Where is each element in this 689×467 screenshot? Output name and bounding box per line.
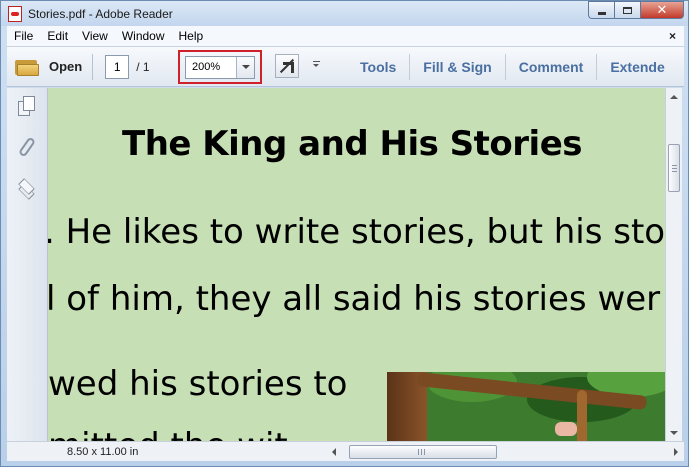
page-size-label: 8.50 x 11.00 in: [67, 446, 139, 458]
zoom-highlight-box: 200%: [178, 50, 262, 84]
window-controls: ✕: [588, 1, 684, 19]
vertical-scrollbar[interactable]: [665, 88, 682, 441]
document-text-line: wed his stories to: [48, 364, 348, 404]
scroll-right-button[interactable]: [669, 445, 683, 459]
zoom-value: 200%: [192, 61, 221, 73]
horizontal-scroll-thumb[interactable]: [349, 445, 497, 459]
scroll-left-button[interactable]: [327, 445, 341, 459]
vertical-scroll-thumb[interactable]: [668, 144, 680, 192]
status-bar: 8.50 x 11.00 in: [7, 441, 684, 461]
chevron-left-icon: [332, 448, 336, 456]
scroll-down-button[interactable]: [666, 424, 682, 441]
close-icon: ✕: [656, 2, 668, 17]
chevron-down-icon: [670, 430, 678, 435]
document-close-icon[interactable]: ×: [669, 29, 676, 43]
toolbar-separator: [92, 53, 94, 80]
tools-button[interactable]: Tools: [347, 47, 409, 86]
navigation-pane: [7, 88, 48, 441]
chevron-down-icon: [241, 65, 250, 69]
expand-arrows-icon: [280, 59, 294, 73]
layers-icon[interactable]: [17, 178, 37, 201]
minimize-icon: [597, 11, 606, 15]
menu-edit[interactable]: Edit: [40, 29, 75, 43]
chevron-right-icon: [674, 448, 678, 456]
pages-icon[interactable]: [17, 96, 37, 118]
close-button[interactable]: ✕: [640, 1, 684, 19]
folder-icon: [15, 58, 39, 76]
app-window: Stories.pdf - Adobe Reader ✕ File Edit V…: [0, 0, 689, 467]
document-text-line: . He likes to write stories, but his sto: [48, 212, 665, 252]
document-view[interactable]: The King and His Stories . He likes to w…: [48, 88, 665, 441]
menu-help[interactable]: Help: [172, 29, 211, 43]
fit-page-button[interactable]: [275, 54, 299, 78]
open-button[interactable]: Open: [15, 52, 82, 82]
page-total: / 1: [136, 59, 150, 74]
maximize-icon: [623, 6, 632, 14]
menu-bar: File Edit View Window Help ×: [7, 26, 684, 47]
task-panes: Tools Fill & Sign Comment Extende: [347, 47, 678, 86]
horizontal-scrollbar[interactable]: [327, 443, 683, 461]
open-label: Open: [49, 59, 83, 74]
scroll-up-button[interactable]: [666, 88, 682, 105]
zoom-dropdown-button[interactable]: [236, 56, 254, 78]
menu-file[interactable]: File: [7, 29, 40, 43]
story-illustration: [387, 372, 665, 441]
minimize-button[interactable]: [588, 1, 614, 19]
maximize-button[interactable]: [614, 1, 640, 19]
chevron-up-icon: [670, 94, 678, 99]
comment-button[interactable]: Comment: [506, 47, 597, 86]
zoom-select[interactable]: 200%: [185, 55, 255, 79]
toolbar: Open 1 / 1 200% Tools Fill & Sign Commen…: [7, 47, 684, 87]
menu-window[interactable]: Window: [115, 29, 172, 43]
chevron-down-icon: [313, 64, 319, 67]
page-number-input[interactable]: 1: [105, 54, 130, 79]
attachments-icon[interactable]: [17, 136, 37, 159]
title-bar: Stories.pdf - Adobe Reader ✕: [1, 1, 688, 26]
document-title: The King and His Stories: [122, 124, 583, 164]
pdf-app-icon: [8, 5, 22, 22]
fill-sign-button[interactable]: Fill & Sign: [410, 47, 504, 86]
document-text-line: mitted the wit: [48, 426, 288, 441]
menu-view[interactable]: View: [75, 29, 115, 43]
document-text-line: l of him, they all said his stories wer: [48, 279, 661, 319]
toolbar-options-button[interactable]: [311, 61, 321, 71]
window-title: Stories.pdf - Adobe Reader: [28, 6, 173, 21]
extended-button[interactable]: Extende: [597, 47, 677, 86]
